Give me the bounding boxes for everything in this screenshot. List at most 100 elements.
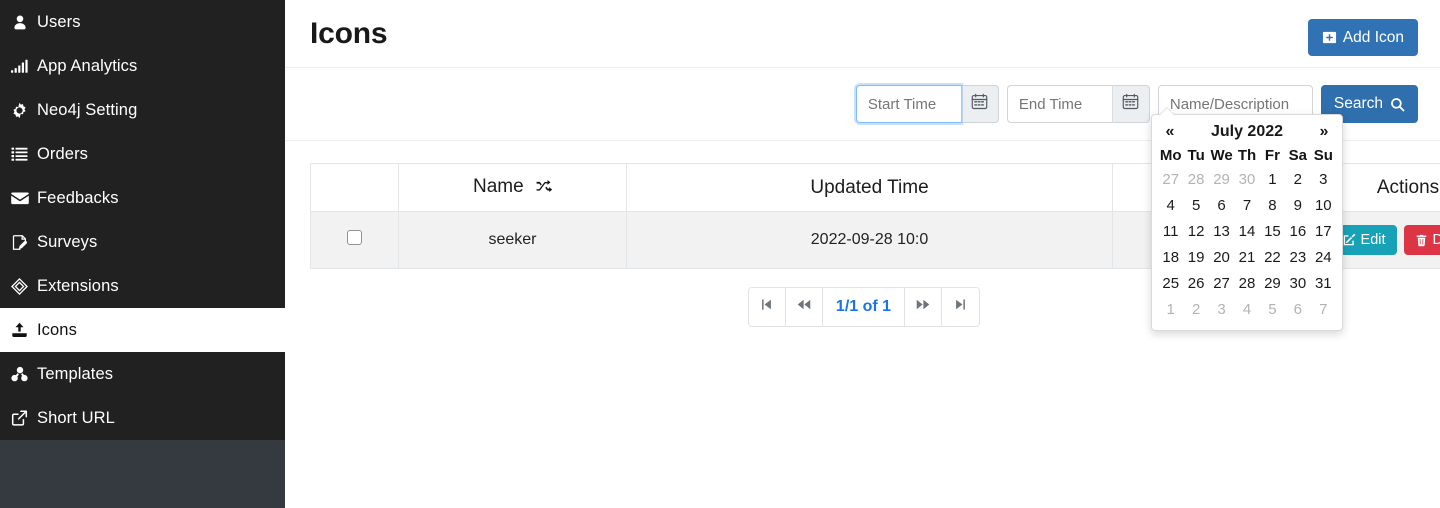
sidebar-item-label: Users — [37, 14, 81, 31]
datepicker-day[interactable]: 25 — [1158, 271, 1183, 297]
cube-icon — [9, 277, 30, 295]
boxes-icon — [9, 365, 30, 383]
sidebar-item-neo4j-setting[interactable]: Neo4j Setting — [0, 88, 285, 132]
datepicker-day[interactable]: 4 — [1158, 193, 1183, 219]
datepicker-day[interactable]: 29 — [1260, 271, 1285, 297]
trash-icon — [1415, 234, 1428, 247]
sidebar-item-label: App Analytics — [37, 58, 137, 75]
datepicker-day[interactable]: 7 — [1234, 193, 1259, 219]
datepicker-day[interactable]: 11 — [1158, 219, 1183, 245]
datepicker-day[interactable]: 30 — [1285, 271, 1310, 297]
start-time-group — [856, 85, 999, 123]
app-root: Users App Analytics Neo4j Setting Orders Fee… — [0, 0, 1440, 508]
pagination-prev-button[interactable] — [786, 288, 823, 326]
row-checkbox[interactable] — [347, 230, 362, 245]
datepicker-day[interactable]: 15 — [1260, 219, 1285, 245]
column-header-name[interactable]: Name — [399, 164, 627, 212]
pagination-next-button[interactable] — [905, 288, 942, 326]
sidebar-item-extensions[interactable]: Extensions — [0, 264, 285, 308]
datepicker-day[interactable]: 2 — [1285, 167, 1310, 193]
datepicker-day[interactable]: 18 — [1158, 245, 1183, 271]
search-button-label: Search — [1334, 96, 1383, 112]
page-title: Icons — [310, 19, 387, 49]
datepicker-day[interactable]: 12 — [1183, 219, 1208, 245]
datepicker-day[interactable]: 27 — [1158, 167, 1183, 193]
datepicker-days-grid: 2728293012345678910111213141516171819202… — [1158, 167, 1336, 323]
sidebar-item-surveys[interactable]: Surveys — [0, 220, 285, 264]
datepicker-day[interactable]: 16 — [1285, 219, 1310, 245]
sidebar-item-short-url[interactable]: Short URL — [0, 396, 285, 440]
fast-forward-icon — [915, 297, 931, 317]
datepicker-day[interactable]: 10 — [1311, 193, 1336, 219]
sidebar-item-label: Neo4j Setting — [37, 102, 137, 119]
datepicker-day[interactable]: 19 — [1183, 245, 1208, 271]
sidebar-item-label: Surveys — [37, 234, 97, 251]
sidebar-item-orders[interactable]: Orders — [0, 132, 285, 176]
datepicker-day[interactable]: 3 — [1311, 167, 1336, 193]
sidebar-item-label: Extensions — [37, 278, 119, 295]
datepicker-day[interactable]: 28 — [1183, 167, 1208, 193]
fast-backward-icon — [796, 297, 812, 317]
datepicker-day[interactable]: 5 — [1260, 297, 1285, 323]
datepicker-day[interactable]: 14 — [1234, 219, 1259, 245]
datepicker-day[interactable]: 1 — [1158, 297, 1183, 323]
datepicker-weekday: Fr — [1260, 145, 1285, 167]
datepicker-next-month-button[interactable]: » — [1316, 123, 1332, 141]
datepicker-day[interactable]: 3 — [1209, 297, 1234, 323]
datepicker-day[interactable]: 22 — [1260, 245, 1285, 271]
add-icon-button-label: Add Icon — [1343, 30, 1404, 46]
datepicker-day[interactable]: 6 — [1209, 193, 1234, 219]
shuffle-sort-icon[interactable] — [535, 178, 552, 200]
datepicker-day[interactable]: 8 — [1260, 193, 1285, 219]
datepicker-day[interactable]: 17 — [1311, 219, 1336, 245]
bar-chart-icon — [9, 57, 30, 75]
datepicker-day[interactable]: 28 — [1234, 271, 1259, 297]
sidebar-item-label: Orders — [37, 146, 88, 163]
column-header-updated-time[interactable]: Updated Time — [627, 164, 1113, 212]
pagination-label[interactable]: 1/1 of 1 — [823, 288, 905, 326]
sidebar: Users App Analytics Neo4j Setting Orders Fee… — [0, 0, 285, 508]
datepicker-day[interactable]: 21 — [1234, 245, 1259, 271]
column-header-name-label: Name — [473, 176, 524, 197]
datepicker-day[interactable]: 26 — [1183, 271, 1208, 297]
pagination-first-button[interactable] — [749, 288, 786, 326]
sidebar-item-feedbacks[interactable]: Feedbacks — [0, 176, 285, 220]
datepicker-day[interactable]: 5 — [1183, 193, 1208, 219]
datepicker-weekday: Mo — [1158, 145, 1183, 167]
pagination-last-button[interactable] — [942, 288, 979, 326]
start-time-input[interactable] — [856, 85, 961, 123]
gear-icon — [9, 101, 30, 119]
datepicker-day[interactable]: 27 — [1209, 271, 1234, 297]
datepicker-title[interactable]: July 2022 — [1211, 123, 1283, 141]
sidebar-item-label: Feedbacks — [37, 190, 119, 207]
sidebar-item-app-analytics[interactable]: App Analytics — [0, 44, 285, 88]
datepicker-day[interactable]: 13 — [1209, 219, 1234, 245]
datepicker-day[interactable]: 20 — [1209, 245, 1234, 271]
external-link-icon — [9, 409, 30, 427]
end-time-calendar-button[interactable] — [1112, 85, 1150, 123]
add-icon-button[interactable]: Add Icon — [1308, 19, 1418, 56]
sidebar-item-users[interactable]: Users — [0, 0, 285, 44]
datepicker-day[interactable]: 23 — [1285, 245, 1310, 271]
datepicker-day[interactable]: 2 — [1183, 297, 1208, 323]
datepicker-day[interactable]: 30 — [1234, 167, 1259, 193]
datepicker-day[interactable]: 29 — [1209, 167, 1234, 193]
datepicker-day[interactable]: 9 — [1285, 193, 1310, 219]
sidebar-item-icons[interactable]: Icons — [0, 308, 285, 352]
row-name-cell: seeker — [399, 212, 627, 269]
datepicker-prev-month-button[interactable]: « — [1162, 123, 1178, 141]
datepicker-day[interactable]: 6 — [1285, 297, 1310, 323]
datepicker-weekday: Tu — [1183, 145, 1208, 167]
datepicker-day[interactable]: 1 — [1260, 167, 1285, 193]
envelope-icon — [9, 189, 30, 207]
datepicker-day[interactable]: 7 — [1311, 297, 1336, 323]
datepicker-day[interactable]: 31 — [1311, 271, 1336, 297]
column-header-select — [311, 164, 399, 212]
datepicker-day[interactable]: 4 — [1234, 297, 1259, 323]
delete-button[interactable]: Delete — [1404, 225, 1440, 255]
end-time-input[interactable] — [1007, 85, 1112, 123]
sidebar-item-templates[interactable]: Templates — [0, 352, 285, 396]
pagination: 1/1 of 1 — [748, 287, 980, 327]
start-time-calendar-button[interactable] — [961, 85, 999, 123]
datepicker-day[interactable]: 24 — [1311, 245, 1336, 271]
